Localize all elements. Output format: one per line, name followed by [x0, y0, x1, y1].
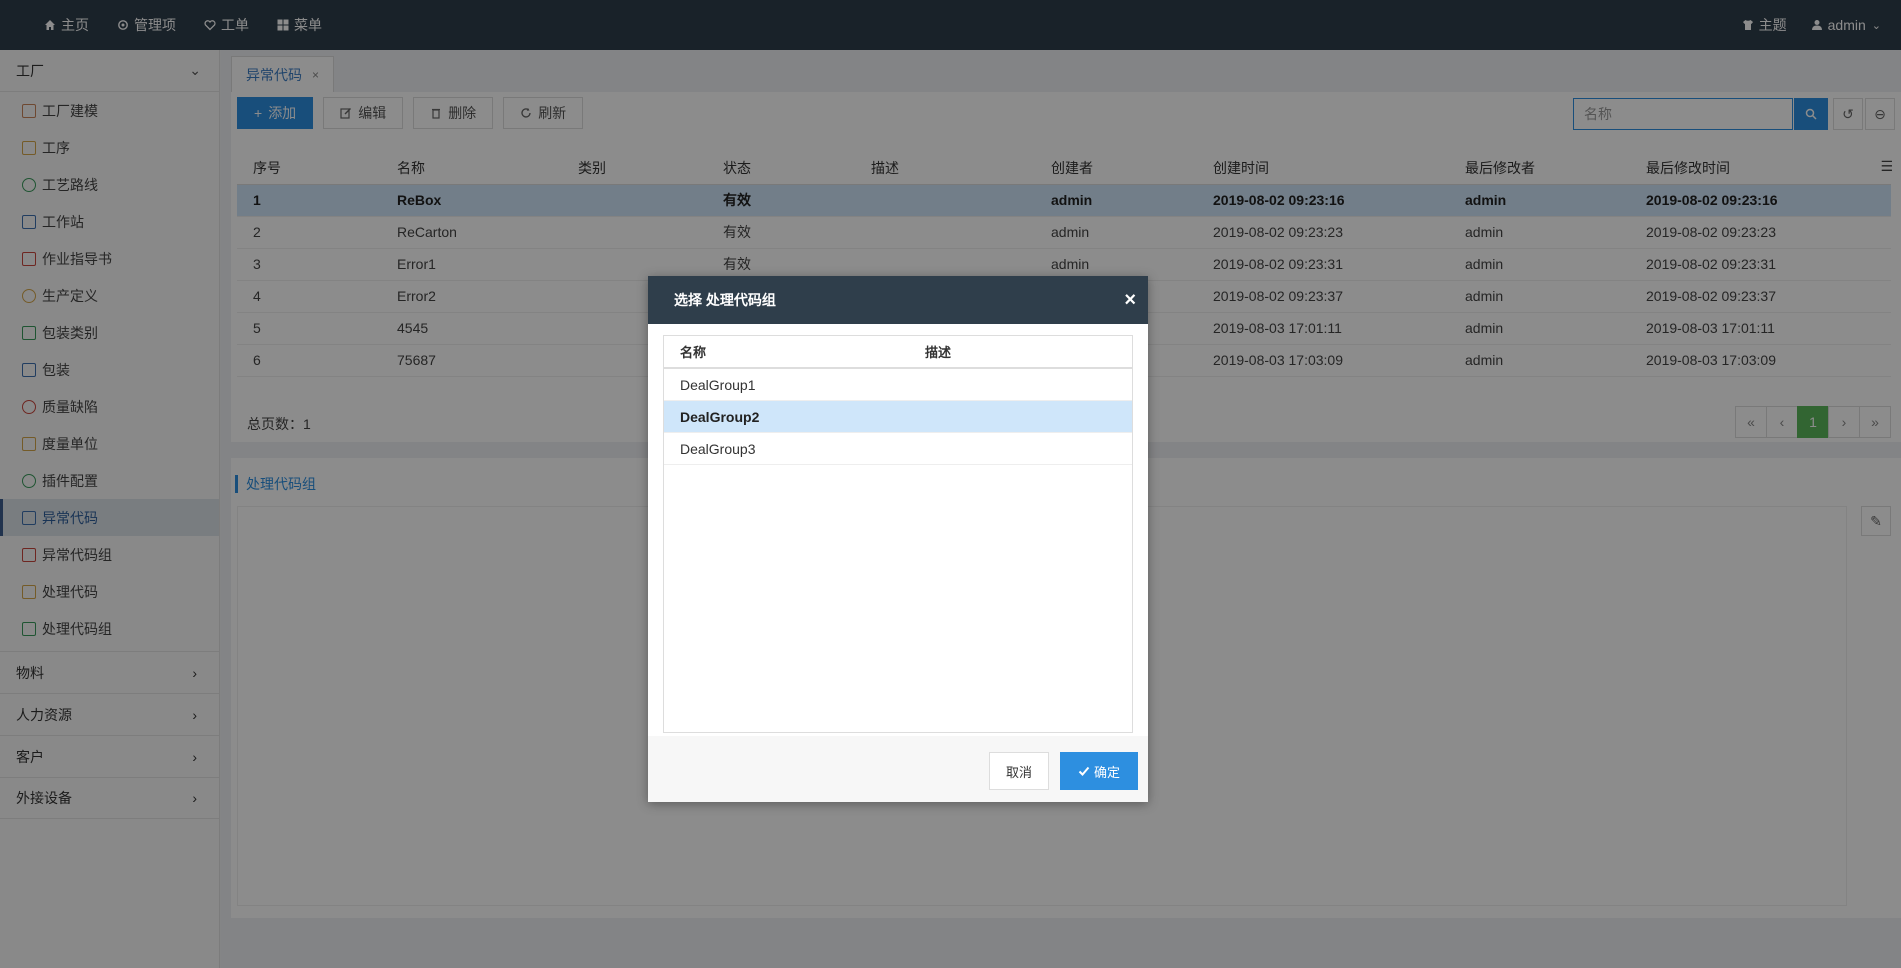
col-header[interactable]: 名称 — [664, 342, 925, 361]
cancel-button[interactable]: 取消 — [989, 752, 1049, 790]
row-name: DealGroup3 — [680, 440, 756, 457]
dialog-footer: 取消 确定 — [648, 736, 1148, 802]
list-item[interactable]: DealGroup3 — [664, 433, 1132, 465]
confirm-button[interactable]: 确定 — [1060, 752, 1138, 790]
col-header[interactable]: 描述 — [925, 342, 951, 361]
list-item[interactable]: DealGroup1 — [664, 369, 1132, 401]
close-icon[interactable]: × — [1124, 289, 1136, 312]
row-name: DealGroup2 — [680, 408, 760, 425]
row-name: DealGroup1 — [680, 376, 756, 393]
select-deal-group-dialog: 选择 处理代码组 × 名称 描述 DealGroup1 DealGroup2 D… — [648, 276, 1148, 802]
dialog-body: 名称 描述 DealGroup1 DealGroup2 DealGroup3 — [648, 324, 1148, 736]
check-icon — [1078, 766, 1090, 776]
dialog-header: 选择 处理代码组 × — [648, 276, 1148, 324]
list-item[interactable]: DealGroup2 — [664, 401, 1132, 433]
confirm-button-label: 确定 — [1093, 764, 1120, 780]
dialog-table-header: 名称 描述 — [664, 336, 1132, 369]
dialog-table: 名称 描述 DealGroup1 DealGroup2 DealGroup3 — [663, 335, 1133, 733]
dialog-title: 选择 处理代码组 — [674, 292, 776, 308]
